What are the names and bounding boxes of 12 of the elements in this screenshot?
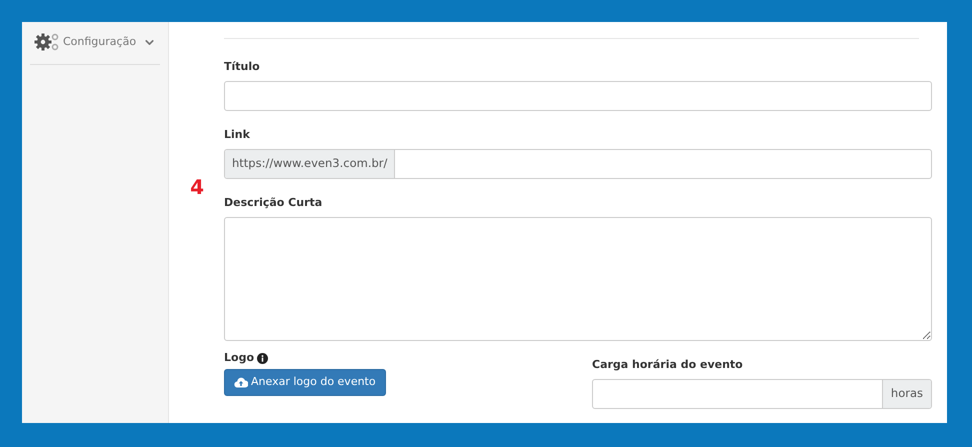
field-label: Link bbox=[224, 128, 250, 141]
step-number: 4 bbox=[190, 174, 204, 201]
hours-input[interactable]: horas bbox=[592, 379, 932, 409]
unit-suffix: horas bbox=[882, 380, 931, 408]
field-label: Carga horária do evento bbox=[592, 358, 743, 371]
sidebar-item[interactable]: Configuração bbox=[30, 32, 156, 52]
field-label: Descrição Curta bbox=[224, 196, 322, 209]
field-label: Título bbox=[224, 60, 260, 73]
link-input[interactable]: https://www.even3.com.br/ bbox=[224, 149, 932, 179]
upload-logo-button[interactable]: Anexar logo do evento bbox=[224, 369, 386, 396]
field-label: Logo bbox=[224, 351, 254, 365]
url-prefix: https://www.even3.com.br/ bbox=[225, 150, 396, 178]
